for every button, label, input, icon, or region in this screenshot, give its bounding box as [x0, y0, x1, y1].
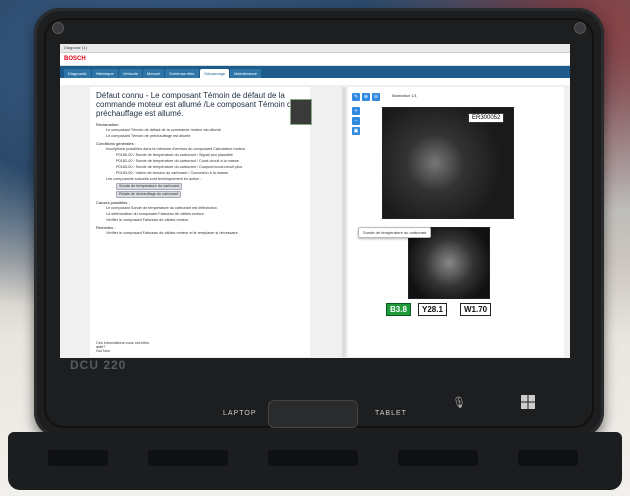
page-title: Défaut connu - Le composant Témoin de dé…: [96, 91, 296, 118]
image-viewer: ✎ ⊕ ⊖ + − ▣ Illustration 1/1 ER300052 So…: [348, 87, 564, 357]
port: [398, 450, 478, 466]
list-item: Le composant Sonde de température du car…: [106, 206, 218, 210]
bosch-logo: BOSCH: [64, 56, 86, 62]
engine-id-label: ER300052: [468, 113, 505, 123]
feedback-box: Ces informations vous ont-elles aidé? Ou…: [96, 341, 156, 353]
port: [268, 450, 358, 466]
list-item: Le composant Témoin de préchauffage est …: [106, 134, 192, 138]
engine-photo: [382, 107, 514, 219]
app-header: BOSCH: [60, 53, 570, 66]
tool-icon[interactable]: ✎: [352, 93, 360, 101]
tool-icon[interactable]: ⊕: [362, 93, 370, 101]
list-item: P0182-00 / Sonde de température du carbu…: [116, 159, 239, 163]
port: [148, 450, 228, 466]
component-label[interactable]: Y28.1: [418, 303, 447, 316]
component-label[interactable]: W1.70: [460, 303, 492, 316]
port: [518, 450, 578, 466]
viewer-title: Illustration 1/1: [392, 93, 417, 98]
main-nav: Diagnostic Historique Véhicule Manuel Sc…: [60, 66, 570, 78]
fit-icon[interactable]: ▣: [352, 127, 360, 135]
list-item: P0180-00 / Sonde de température du carbu…: [116, 153, 233, 157]
list-item: Le composant Témoin de défaut de la comm…: [106, 128, 222, 132]
tab-history[interactable]: Historique: [91, 69, 118, 78]
laptop-label: LAPTOP: [223, 410, 257, 417]
panel-splitter[interactable]: [342, 87, 346, 357]
document-panel: Défaut connu - Le composant Témoin de dé…: [90, 87, 312, 357]
device-brand: DCU 220: [70, 358, 127, 372]
list-item: Les composants suivants sont techniqueme…: [106, 177, 202, 181]
port: [48, 450, 108, 466]
device-base: [8, 432, 622, 490]
feedback-question: Ces informations vous ont-elles aidé?: [96, 341, 149, 349]
list-item: La détérioration du composant Faisceau d…: [106, 212, 204, 216]
microphone-icon[interactable]: 🎙: [452, 396, 466, 410]
list-item: Inscriptions possibles dans la mémoire d…: [106, 147, 246, 151]
tab-maintenance[interactable]: Maintenance: [230, 69, 261, 78]
list-item: P0183-00 / Sonde de température du carbu…: [116, 165, 243, 169]
section-heading: Causes possibles :: [96, 200, 130, 205]
list-item: P0183-00 / Valeur de tension du carburan…: [116, 171, 229, 175]
windows-button[interactable]: [520, 394, 538, 412]
tablet-label: TABLET: [375, 410, 407, 417]
tab-diagnostic[interactable]: Diagnostic: [64, 69, 91, 78]
feedback-no[interactable]: Non: [103, 349, 110, 353]
section-heading: Conditions générales :: [96, 141, 136, 146]
section-heading: Réclamation :: [96, 122, 121, 127]
tab-troubleshooting[interactable]: Dépannage: [200, 69, 230, 78]
content-area: Défaut connu - Le composant Témoin de dé…: [60, 85, 570, 358]
zoom-in-icon[interactable]: +: [352, 107, 360, 115]
zoom-out-icon[interactable]: −: [352, 117, 360, 125]
tool-icon[interactable]: ⊖: [372, 93, 380, 101]
tab-manual[interactable]: Manuel: [143, 69, 165, 78]
feedback-yes[interactable]: Oui: [96, 349, 102, 353]
tooltip: Sonde de température du carburant: [358, 227, 432, 238]
section-heading: Remèdes :: [96, 225, 116, 230]
tab-wiring[interactable]: Schémas élec.: [165, 69, 200, 78]
thumbnail-image[interactable]: [290, 99, 312, 125]
screen: Diagnose (1) BOSCH Diagnostic Historique…: [60, 44, 570, 358]
screw-icon: [52, 22, 64, 34]
list-item: Vérifier le composant Faisceau de câbles…: [106, 231, 239, 235]
tab-vehicle[interactable]: Véhicule: [118, 69, 143, 78]
mode-switch[interactable]: [268, 400, 358, 428]
window-titlebar: Diagnose (1): [60, 44, 570, 53]
component-link[interactable]: Sonde de température du carburant: [116, 183, 183, 190]
screw-icon: [574, 22, 586, 34]
component-link[interactable]: Relais de réchauffage du carburant: [116, 191, 182, 198]
list-item: Vérifier le composant Faisceau de câbles…: [106, 218, 189, 222]
component-label[interactable]: B3.8: [386, 303, 411, 316]
